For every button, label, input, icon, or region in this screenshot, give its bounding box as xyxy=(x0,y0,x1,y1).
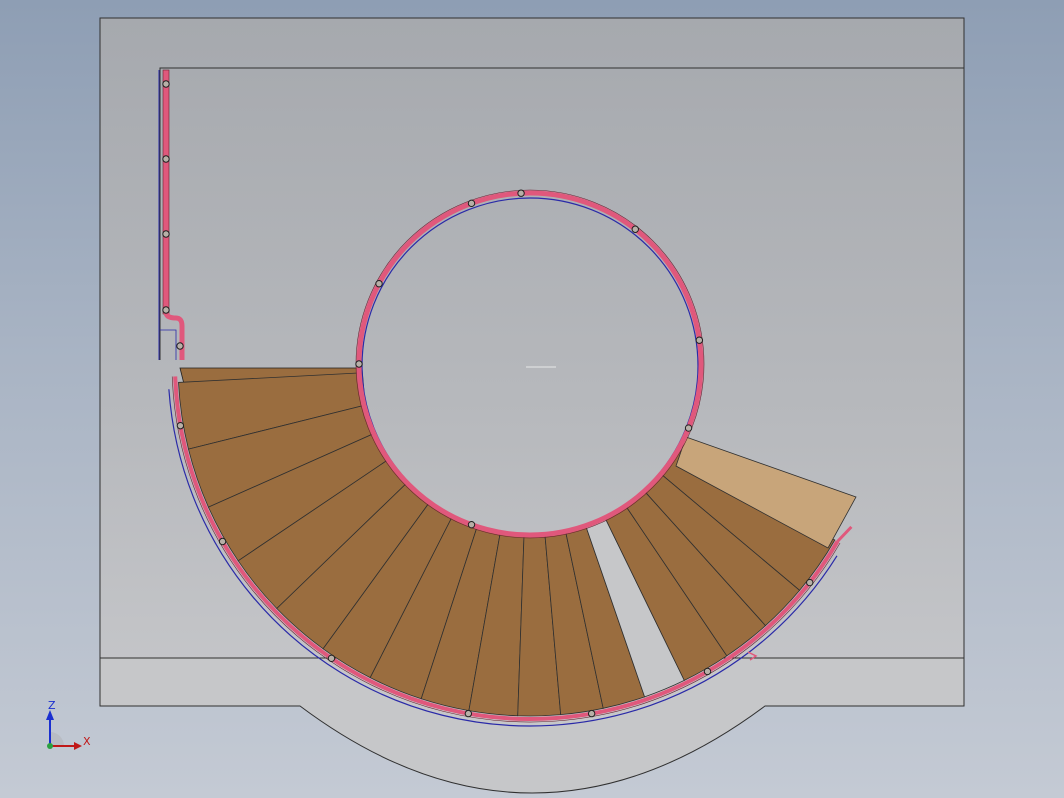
rail-bracket[interactable] xyxy=(218,537,227,546)
x-axis-label: X xyxy=(83,735,91,748)
wall-handrail[interactable] xyxy=(162,69,170,315)
rail-bracket[interactable] xyxy=(684,424,693,432)
rail-bracket[interactable] xyxy=(695,336,704,344)
rail-bracket[interactable] xyxy=(176,342,184,350)
rail-bracket[interactable] xyxy=(517,189,525,197)
x-axis-arrowhead xyxy=(74,742,82,750)
rail-bracket[interactable] xyxy=(464,709,473,718)
rail-bracket[interactable] xyxy=(176,421,185,430)
coordinate-triad: Z X xyxy=(40,696,100,760)
rail-bracket[interactable] xyxy=(806,578,814,587)
rail-bracket[interactable] xyxy=(467,199,476,208)
rail-bracket[interactable] xyxy=(162,230,170,238)
rail-bracket[interactable] xyxy=(703,667,712,676)
cad-viewport[interactable]: Z X xyxy=(0,0,1064,798)
rail-bracket[interactable] xyxy=(375,280,383,288)
rail-bracket[interactable] xyxy=(162,306,170,314)
stair-model-drawing[interactable] xyxy=(0,0,1064,798)
rail-bracket[interactable] xyxy=(162,80,170,88)
rail-bracket[interactable] xyxy=(467,520,476,529)
rail-bracket[interactable] xyxy=(162,155,170,163)
z-axis-label: Z xyxy=(48,699,56,712)
rail-bracket[interactable] xyxy=(587,709,596,718)
rail-bracket[interactable] xyxy=(327,654,336,663)
triad-origin xyxy=(47,743,53,749)
rail-bracket[interactable] xyxy=(355,360,363,368)
rail-bracket[interactable] xyxy=(631,225,639,233)
